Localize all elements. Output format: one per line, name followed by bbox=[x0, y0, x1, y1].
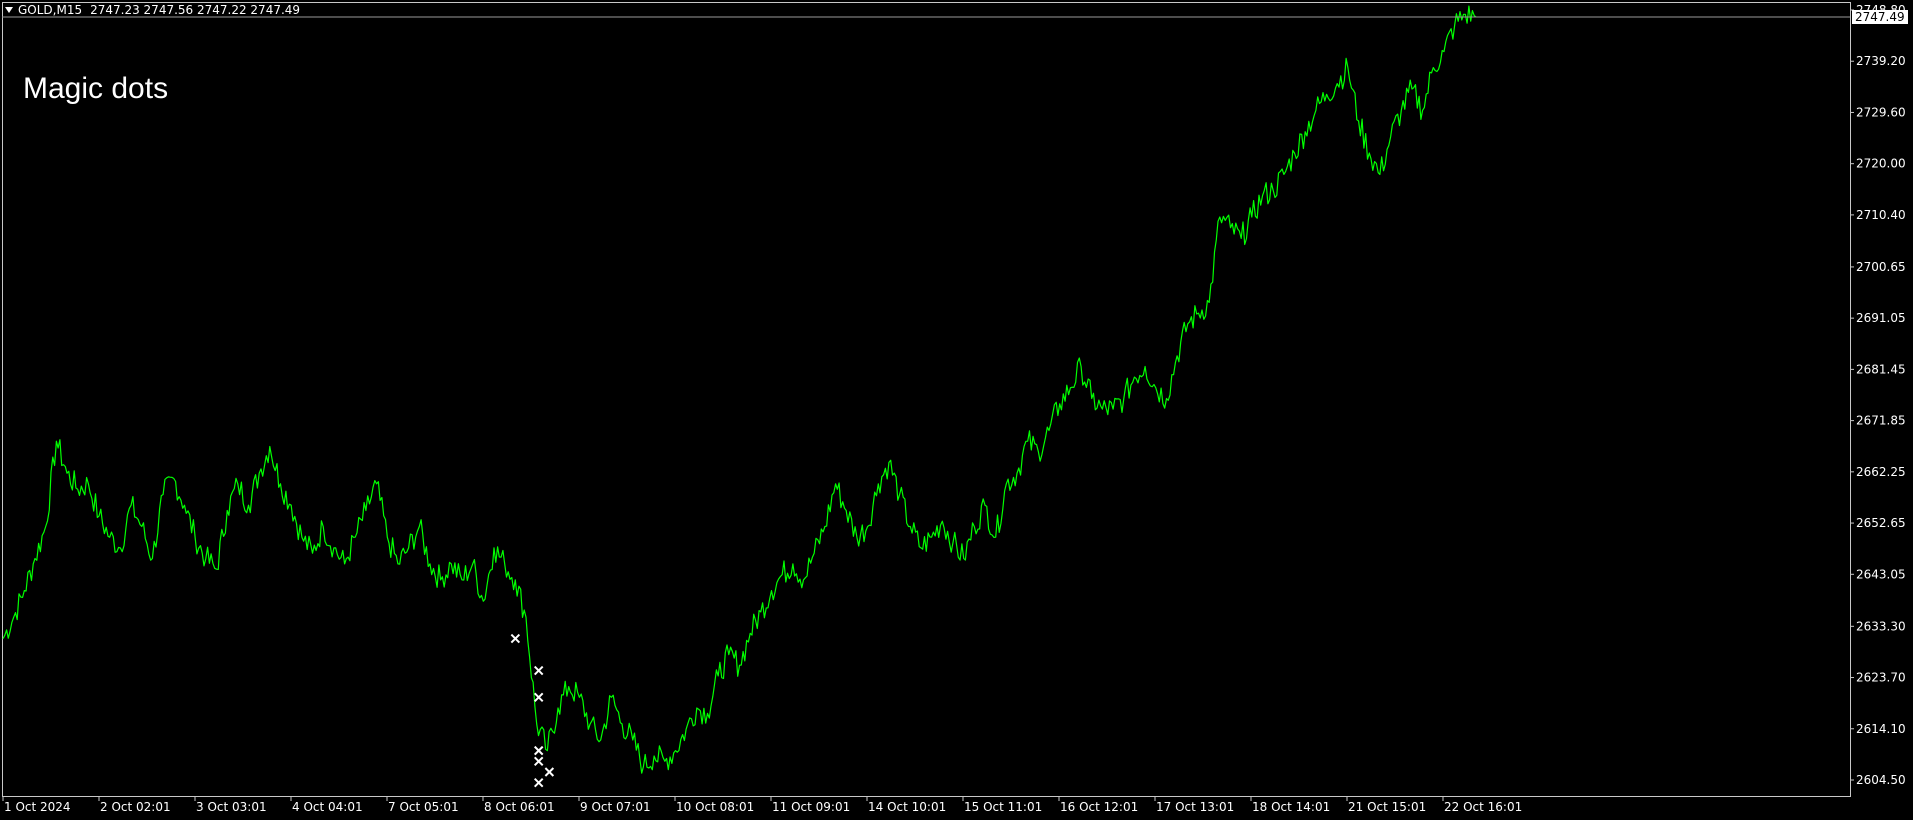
y-tick-label: 2691.05 bbox=[1856, 311, 1906, 325]
y-tick-label: 2623.70 bbox=[1856, 671, 1906, 685]
magic-dot-marker bbox=[510, 633, 521, 644]
symbol-timeframe: GOLD,M15 bbox=[18, 3, 83, 17]
x-tick-label: 7 Oct 05:01 bbox=[388, 800, 459, 814]
price-chart[interactable]: 2748.802739.202729.602720.002710.402700.… bbox=[0, 0, 1913, 820]
price-series-line bbox=[2, 5, 1477, 774]
y-tick-label: 2710.40 bbox=[1856, 208, 1906, 222]
x-tick-label: 11 Oct 09:01 bbox=[772, 800, 850, 814]
chart-header: GOLD,M15 2747.23 2747.56 2747.22 2747.49 bbox=[5, 3, 300, 17]
chart-window[interactable]: 2748.802739.202729.602720.002710.402700.… bbox=[0, 0, 1913, 820]
ohlc-quotes: 2747.23 2747.56 2747.22 2747.49 bbox=[90, 3, 301, 17]
magic-dot-marker bbox=[544, 767, 555, 777]
x-tick-label: 15 Oct 11:01 bbox=[964, 800, 1042, 814]
plot-frame bbox=[2, 2, 1851, 797]
x-tick-label: 18 Oct 14:01 bbox=[1252, 800, 1330, 814]
x-tick-label: 4 Oct 04:01 bbox=[292, 800, 363, 814]
x-tick-label: 14 Oct 10:01 bbox=[868, 800, 946, 814]
y-tick-label: 2652.65 bbox=[1856, 516, 1906, 530]
last-price-label: 2747.49 bbox=[1855, 10, 1905, 24]
y-tick-label: 2720.00 bbox=[1856, 157, 1906, 171]
magic-dot-marker bbox=[533, 777, 544, 788]
magic-dot-marker bbox=[533, 756, 544, 767]
y-tick-label: 2700.65 bbox=[1856, 260, 1906, 274]
triangle-down-icon[interactable] bbox=[5, 7, 13, 13]
y-tick-label: 2671.85 bbox=[1856, 414, 1906, 428]
indicator-label: Magic dots bbox=[23, 72, 169, 105]
y-tick-label: 2739.20 bbox=[1856, 54, 1906, 68]
y-tick-label: 2729.60 bbox=[1856, 105, 1906, 119]
y-tick-label: 2662.25 bbox=[1856, 465, 1906, 479]
x-tick-label: 9 Oct 07:01 bbox=[580, 800, 651, 814]
y-tick-label: 2643.05 bbox=[1856, 567, 1906, 581]
x-tick-label: 17 Oct 13:01 bbox=[1156, 800, 1234, 814]
x-tick-label: 16 Oct 12:01 bbox=[1060, 800, 1138, 814]
x-tick-label: 2 Oct 02:01 bbox=[100, 800, 171, 814]
magic-dot-marker bbox=[533, 745, 544, 756]
y-tick-label: 2604.50 bbox=[1856, 773, 1906, 787]
magic-dot-marker bbox=[533, 692, 544, 702]
x-tick-label: 3 Oct 03:01 bbox=[196, 800, 267, 814]
y-tick-label: 2614.10 bbox=[1856, 722, 1906, 736]
y-tick-label: 2633.30 bbox=[1856, 619, 1906, 633]
x-tick-label: 10 Oct 08:01 bbox=[676, 800, 754, 814]
x-tick-label: 22 Oct 16:01 bbox=[1444, 800, 1522, 814]
magic-dot-marker bbox=[533, 665, 544, 676]
x-tick-label: 8 Oct 06:01 bbox=[484, 800, 555, 814]
y-tick-label: 2681.45 bbox=[1856, 362, 1906, 376]
x-tick-label: 1 Oct 2024 bbox=[4, 800, 71, 814]
x-tick-label: 21 Oct 15:01 bbox=[1348, 800, 1426, 814]
